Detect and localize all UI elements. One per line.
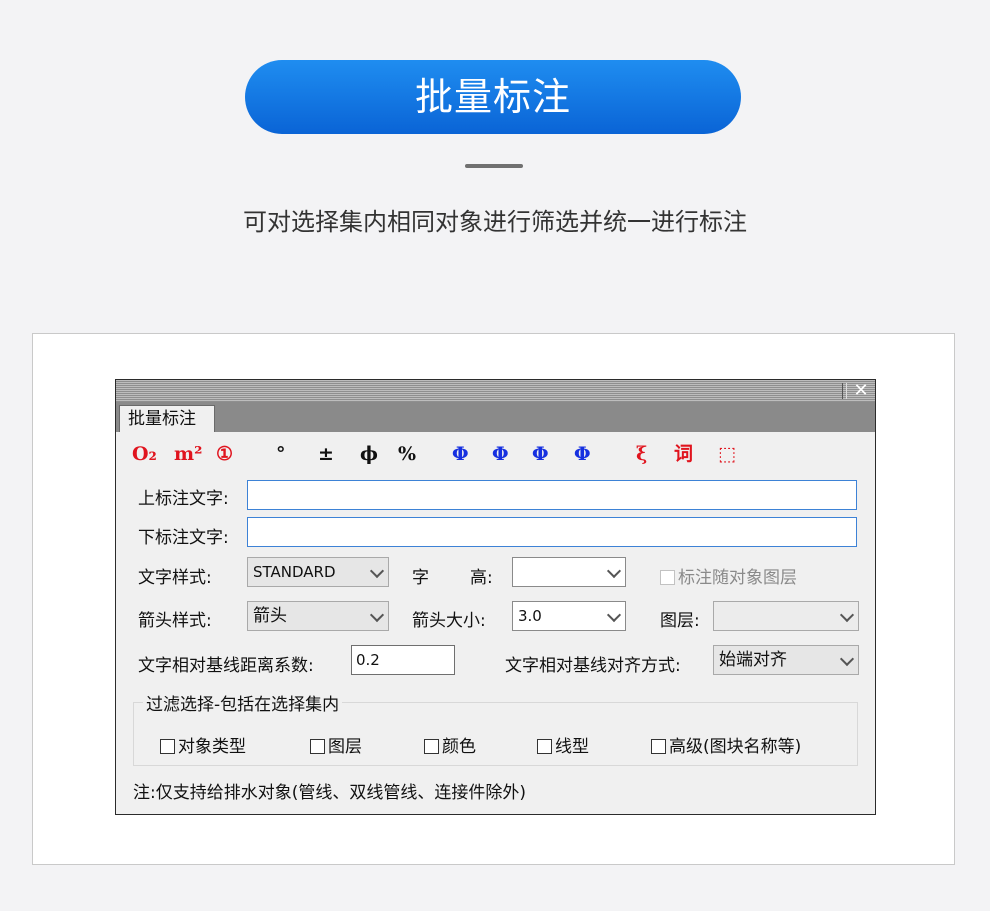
steel-grade-2-symbol-button[interactable]: Φ: [492, 440, 509, 468]
checkbox-box: [651, 739, 666, 754]
checkbox-box: [160, 739, 175, 754]
lower-text-label: 下标注文字:: [138, 528, 229, 548]
filter-layer-label: 图层: [328, 737, 362, 757]
arrow-style-value: 箭头: [253, 606, 287, 626]
titlebar-separator: [842, 383, 847, 399]
char-height-label-char: 字: [412, 568, 429, 588]
checkbox-box: [537, 739, 552, 754]
filter-color-label: 颜色: [442, 737, 476, 757]
oxygen-subscript-symbol-button[interactable]: O₂: [132, 440, 157, 468]
arrow-size-label: 箭头大小:: [412, 611, 486, 631]
steel-grade-4-symbol-button[interactable]: Φ: [574, 440, 591, 468]
alignment-value: 始端对齐: [719, 650, 787, 670]
square-meter-symbol-button[interactable]: m²: [174, 440, 202, 468]
circled-number-symbol-button[interactable]: ①: [216, 440, 233, 468]
checkbox-box: [310, 739, 325, 754]
hero-subtitle: 可对选择集内相同对象进行筛选并统一进行标注: [243, 208, 747, 236]
distance-coefficient-label: 文字相对基线距离系数:: [138, 656, 314, 676]
distance-coefficient-input[interactable]: 0.2: [351, 645, 455, 675]
filter-linetype-label: 线型: [555, 737, 589, 757]
upper-text-input[interactable]: [247, 480, 857, 510]
arrow-size-select[interactable]: 3.0: [512, 601, 626, 631]
divider-bar: [465, 164, 523, 168]
alignment-select[interactable]: 始端对齐: [713, 645, 859, 675]
filter-layer-checkbox[interactable]: 图层: [310, 732, 362, 757]
chevron-down-icon: [369, 563, 385, 579]
filter-advanced-label: 高级(图块名称等): [669, 737, 802, 757]
layer-label: 图层:: [660, 611, 700, 631]
steel-grade-3-symbol-button[interactable]: Φ: [532, 440, 549, 468]
support-note: 注:仅支持给排水对象(管线、双线管线、连接件除外): [133, 783, 526, 803]
plus-minus-symbol-button[interactable]: ±: [318, 440, 334, 468]
close-icon[interactable]: ✕: [851, 381, 871, 401]
symbol-toolbar: O₂ m² ① ° ± ϕ % Φ Φ Φ Φ ξ 词 ⬚: [128, 440, 868, 468]
text-style-label: 文字样式:: [138, 568, 212, 588]
tab-strip: 批量标注: [116, 402, 875, 432]
upper-text-label: 上标注文字:: [138, 489, 229, 509]
chevron-down-icon: [839, 651, 855, 667]
special-char-symbol-button[interactable]: ξ: [636, 440, 647, 468]
batch-annotation-dialog: ✕ 批量标注 O₂ m² ① ° ± ϕ % Φ Φ Φ Φ ξ 词 ⬚ 上标注…: [115, 379, 876, 815]
steel-grade-1-symbol-button[interactable]: Φ: [452, 440, 469, 468]
arrow-style-label: 箭头样式:: [138, 611, 212, 631]
dialog-titlebar[interactable]: ✕: [116, 380, 875, 402]
tab-batch-annotation[interactable]: 批量标注: [119, 405, 215, 432]
hero-title-pill: 批量标注: [245, 60, 741, 134]
phi-symbol-button[interactable]: ϕ: [360, 440, 378, 468]
checkbox-box: [424, 739, 439, 754]
checkbox-box: [660, 570, 675, 585]
text-style-value: STANDARD: [253, 563, 336, 581]
filter-linetype-checkbox[interactable]: 线型: [537, 732, 589, 757]
percent-symbol-button[interactable]: %: [398, 440, 416, 468]
layer-select[interactable]: [713, 601, 859, 631]
text-height-select[interactable]: [512, 557, 626, 587]
filter-color-checkbox[interactable]: 颜色: [424, 732, 476, 757]
follow-object-layer-checkbox[interactable]: 标注随对象图层: [660, 563, 797, 588]
filter-group-title: 过滤选择-包括在选择集内: [143, 690, 343, 715]
text-style-select[interactable]: STANDARD: [247, 557, 389, 587]
filter-advanced-checkbox[interactable]: 高级(图块名称等): [651, 732, 801, 757]
alignment-label: 文字相对基线对齐方式:: [505, 656, 681, 676]
pick-object-icon[interactable]: ⬚: [718, 440, 736, 468]
lower-text-input[interactable]: [247, 517, 857, 547]
degree-symbol-button[interactable]: °: [276, 440, 286, 468]
chevron-down-icon: [839, 607, 855, 623]
chevron-down-icon: [606, 607, 622, 623]
filter-object-type-label: 对象类型: [178, 737, 246, 757]
arrow-style-select[interactable]: 箭头: [247, 601, 389, 631]
word-library-button[interactable]: 词: [674, 440, 693, 468]
chevron-down-icon: [606, 563, 622, 579]
follow-object-layer-label: 标注随对象图层: [678, 568, 797, 588]
chevron-down-icon: [369, 607, 385, 623]
filter-object-type-checkbox[interactable]: 对象类型: [160, 732, 246, 757]
char-height-label-height: 高:: [470, 568, 493, 588]
arrow-size-value: 3.0: [518, 607, 542, 625]
